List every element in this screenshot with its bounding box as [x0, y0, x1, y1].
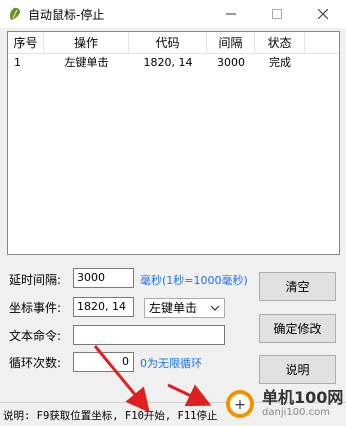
svg-text:+: +: [234, 397, 246, 413]
arrow-annotation-1: [93, 345, 150, 413]
arrow-annotation-2: [167, 383, 212, 407]
watermark-name: 单机100网: [262, 388, 344, 407]
annotation-overlay: +: [93, 345, 254, 418]
watermark-logo-icon: +: [226, 390, 254, 418]
watermark-url: danji100.com: [262, 407, 330, 418]
